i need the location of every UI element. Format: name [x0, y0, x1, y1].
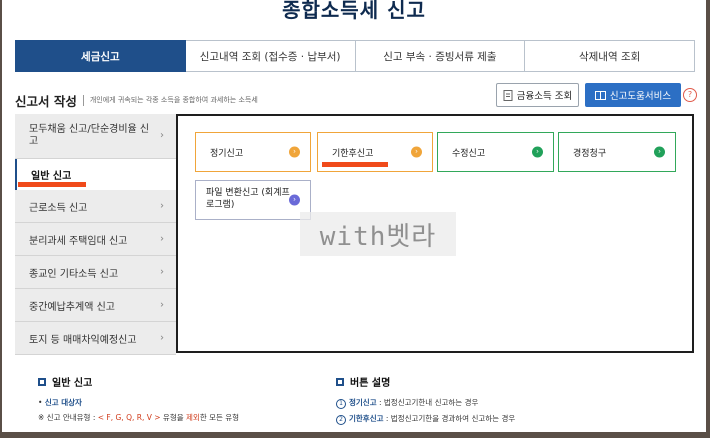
info-line: ※ 신고 안내유형 : < F, G, Q, R, V > 유형을 제외한 모든…	[38, 412, 239, 423]
financial-income-label: 금융소득 조회	[516, 91, 573, 102]
sidebar-item-earned-income[interactable]: 근로소득 신고 ›	[15, 190, 176, 223]
file-conversion-filing-button[interactable]: 파일 변환신고 (회계프로그램) ›	[195, 180, 311, 220]
arrow-right-icon: ›	[532, 146, 543, 158]
financial-income-button[interactable]: 금융소득 조회	[496, 83, 579, 107]
sidebar-item-label: 종교인 기타소득 신고	[29, 268, 119, 280]
info-heading: 버튼 설명	[336, 374, 515, 389]
number-badge: 1	[336, 399, 346, 409]
chevron-right-icon: ›	[160, 129, 164, 141]
info-title: 버튼 설명	[350, 378, 391, 389]
sidebar-item-label: 일반 신고	[31, 171, 72, 182]
info-line: 2 기한후신고 : 법정신고기한을 경과하여 신고하는 경우	[336, 413, 515, 425]
sidebar-item-label: 분리과세 주택임대 신고	[29, 235, 128, 247]
info-text: 한 모든 유형	[199, 413, 240, 422]
button-description-info: 버튼 설명 1 정기신고 : 법정신고기한내 신고하는 경우 2 기한후신고 : 법…	[336, 374, 515, 425]
chevron-right-icon: ›	[160, 200, 164, 212]
info-heading: 일반 신고	[38, 374, 239, 389]
sidebar-item-label: 중간예납추계액 신고	[29, 301, 115, 313]
number-badge: 2	[336, 415, 346, 425]
help-service-label: 신고도움서비스	[609, 91, 672, 102]
chevron-right-icon: ›	[160, 299, 164, 311]
book-icon	[594, 90, 606, 100]
tab-document-submit[interactable]: 신고 부속 · 증빙서류 제출	[355, 40, 526, 72]
sidebar-item-prefilled-filing[interactable]: 모두채움 신고/단순경비율 신고 ›	[15, 114, 176, 159]
sidebar-item-label: 모두채움 신고/단순경비율 신고	[29, 123, 150, 148]
sidebar-menu: 모두채움 신고/단순경비율 신고 › 일반 신고 근로소득 신고 › 분리과세 …	[15, 114, 176, 355]
regular-filing-button[interactable]: 정기신고 ›	[195, 132, 311, 172]
section-description: 개인에게 귀속되는 각종 소득을 종합하여 과세하는 소득세	[89, 96, 258, 104]
info-line: 1 정기신고 : 법정신고기한내 신고하는 경우	[336, 397, 515, 409]
top-tabs: 세금신고 신고내역 조회 (접수증 · 납부서) 신고 부속 · 증빙서류 제출…	[15, 40, 695, 72]
tab-filing-history[interactable]: 신고내역 조회 (접수증 · 납부서)	[185, 40, 356, 72]
sidebar-item-religious-income[interactable]: 종교인 기타소득 신고 ›	[15, 256, 176, 289]
info-text: : 법정신고기한을 경과하여 신고하는 경우	[383, 414, 516, 423]
sidebar-item-label: 근로소득 신고	[29, 202, 88, 214]
info-exclude: 제외	[186, 413, 200, 422]
arrow-right-icon: ›	[654, 146, 665, 158]
sidebar-item-interim-prepayment[interactable]: 중간예납추계액 신고 ›	[15, 289, 176, 322]
option-label: 기한후신고	[332, 148, 374, 159]
section-header: 신고서 작성 개인에게 귀속되는 각종 소득을 종합하여 과세하는 소득세	[15, 92, 258, 109]
sidebar-item-land-sale[interactable]: 토지 등 매매차익예정신고 ›	[15, 322, 176, 355]
sidebar-item-label: 토지 등 매매차익예정신고	[29, 334, 137, 346]
info-text: ※ 신고 안내유형 :	[38, 413, 98, 422]
square-bullet-icon	[38, 377, 46, 386]
correction-claim-button[interactable]: 경정청구 ›	[558, 132, 676, 172]
option-label: 수정신고	[452, 148, 486, 159]
arrow-right-icon: ›	[289, 194, 300, 206]
target-label: 신고 대상자	[44, 398, 82, 407]
browser-frame: 종합소득세 신고 세금신고 신고내역 조회 (접수증 · 납부서) 신고 부속 …	[2, 0, 706, 432]
chevron-right-icon: ›	[160, 332, 164, 344]
info-text: : 법정신고기한내 신고하는 경우	[376, 398, 479, 407]
option-label: 경정청구	[573, 148, 607, 159]
chevron-right-icon: ›	[160, 266, 164, 278]
general-filing-info: 일반 신고 • 신고 대상자 ※ 신고 안내유형 : < F, G, Q, R,…	[38, 374, 239, 423]
help-service-button[interactable]: 신고도움서비스	[585, 83, 681, 107]
tab-tax-filing[interactable]: 세금신고	[15, 40, 186, 72]
info-term: 정기신고	[349, 398, 377, 407]
help-question-icon[interactable]: ?	[683, 88, 697, 102]
watermark: with벳라	[300, 212, 456, 256]
chevron-right-icon: ›	[160, 233, 164, 245]
divider	[82, 94, 84, 106]
info-title: 일반 신고	[52, 378, 93, 389]
info-term: 기한후신고	[349, 414, 384, 423]
highlight-underline	[18, 182, 86, 187]
arrow-right-icon: ›	[289, 146, 300, 158]
info-codes: < F, G, Q, R, V >	[97, 413, 161, 422]
page-title: 종합소득세 신고	[282, 0, 426, 22]
tab-deleted-history[interactable]: 삭제내역 조회	[525, 40, 695, 72]
option-label: 정기신고	[210, 148, 244, 159]
option-label: 파일 변환신고 (회계프로그램)	[206, 188, 290, 210]
square-bullet-icon	[336, 377, 344, 386]
highlight-underline	[322, 162, 388, 167]
info-text: 유형을	[160, 413, 186, 422]
info-line: • 신고 대상자	[38, 398, 82, 407]
arrow-right-icon: ›	[411, 146, 422, 158]
section-title: 신고서 작성	[15, 93, 77, 109]
amended-filing-button[interactable]: 수정신고 ›	[437, 132, 554, 172]
document-icon	[503, 89, 513, 101]
sidebar-item-housing-rental[interactable]: 분리과세 주택임대 신고 ›	[15, 223, 176, 256]
